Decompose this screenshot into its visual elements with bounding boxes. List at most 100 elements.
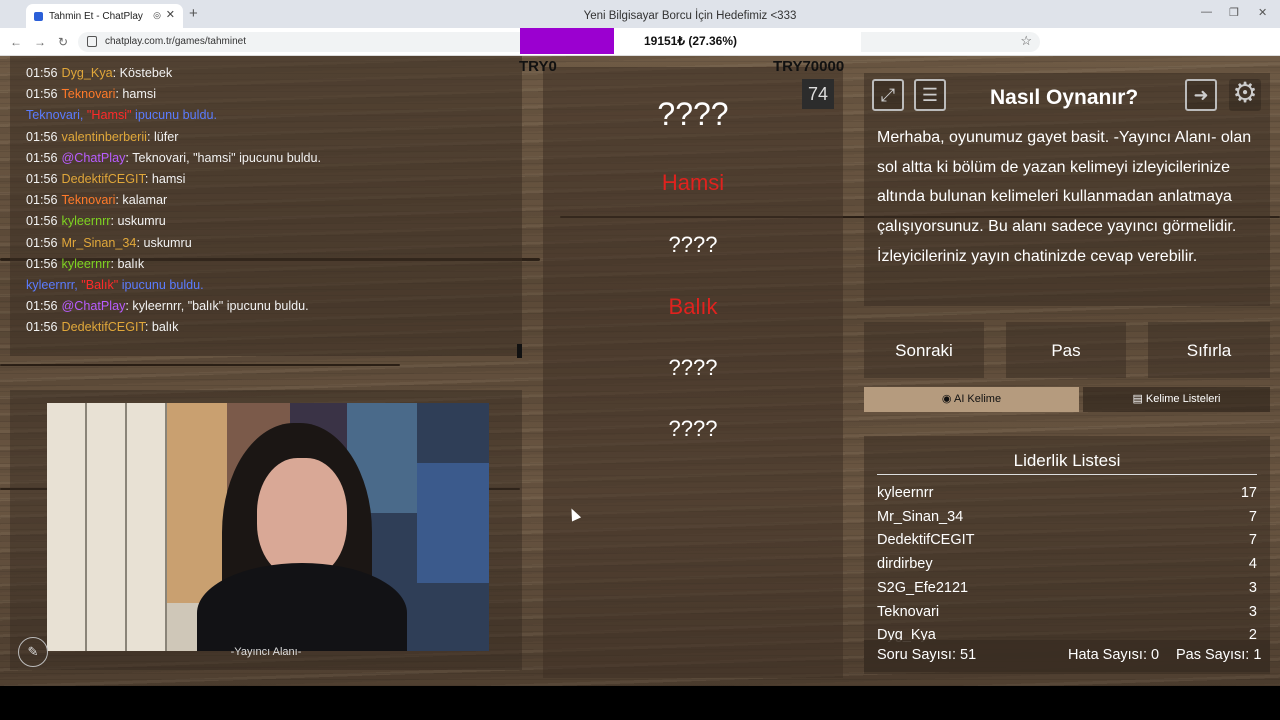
chat-message: 01:56 kyleernrr: balık <box>26 257 144 271</box>
leaderboard-row: dirdirbey 4 <box>877 556 1257 572</box>
url-text[interactable]: chatplay.com.tr/games/tahminet <box>105 36 246 47</box>
chat-message: 01:56 Dyg_Kya: Köstebek <box>26 66 172 80</box>
chat-message: kyleernrr, "Balık" ipucunu buldu. <box>26 278 204 292</box>
chat-username[interactable]: kyleernrr <box>62 214 111 228</box>
chat-time: 01:56 <box>26 193 58 208</box>
chat-time: 01:56 <box>26 256 58 271</box>
chat-message: 01:56 DedektifCEGIT: balık <box>26 320 178 334</box>
leaderboard-score: 4 <box>1248 556 1257 573</box>
donation-progress-bar: 19151₺ (27.36%) <box>520 28 861 54</box>
streamer-face <box>257 458 347 578</box>
leaderboard-row: DedektifCEGIT 7 <box>877 532 1257 548</box>
chat-time: 01:56 <box>26 172 58 186</box>
chat-separator: : <box>144 172 152 186</box>
hidden-word: ???? <box>668 355 718 380</box>
bottom-black-bar <box>0 686 1280 720</box>
chat-username[interactable]: kyleernrr, <box>26 278 81 292</box>
chat-separator: : <box>110 256 118 271</box>
close-window-icon[interactable]: ✕ <box>1258 6 1267 19</box>
chat-username[interactable]: Teknovari <box>62 193 116 207</box>
chat-text: uskumru <box>117 214 166 229</box>
question-count: Soru Sayısı: 51 <box>877 647 977 663</box>
chat-message: Teknovari, "Hamsi" ipucunu buldu. <box>26 108 217 122</box>
chat-message: 01:56 @ChatPlay: Teknovari, "hamsi" ipucu… <box>26 151 321 165</box>
hidden-word: ???? <box>657 96 729 132</box>
chat-time: 01:56 <box>26 150 58 165</box>
chat-text: ipucunu buldu. <box>131 108 217 123</box>
chat-panel[interactable]: 01:56 Dyg_Kya: Köstebek 01:56 Teknovari: ha… <box>10 56 522 356</box>
chat-text: balık <box>117 256 145 271</box>
next-button[interactable]: Sonraki <box>864 322 984 378</box>
chat-time: 01:56 <box>26 214 58 229</box>
try-min-label: TRY0 <box>519 58 557 75</box>
ai-word-button[interactable]: ◉ AI Kelime <box>864 387 1079 412</box>
leaderboard-score: 3 <box>1248 603 1257 620</box>
list-icon: ▤ <box>1132 393 1146 405</box>
error-count: Hata Sayısı: 0 <box>1068 647 1160 663</box>
chat-time: 01:56 <box>26 66 58 80</box>
how-to-play-text: Merhaba, oyunumuz gayet basit. -Yayıncı … <box>877 129 1252 265</box>
streamer-shirt <box>197 563 407 651</box>
chat-username[interactable]: valentinberberii <box>62 130 147 144</box>
stats-bar: Soru Sayısı: 51 Hata Sayısı: 0 Pas Sayıs… <box>864 640 1270 672</box>
bookmark-star-icon[interactable]: ☆ <box>1020 33 1032 49</box>
hidden-word: ???? <box>668 416 718 441</box>
chat-time: 01:56 <box>26 87 58 102</box>
chat-message: 01:56 Teknovari: kalamar <box>26 193 167 207</box>
chat-text: balık <box>151 320 179 335</box>
wood-crack <box>0 364 400 366</box>
back-icon[interactable]: ← <box>10 35 22 49</box>
fullscreen-icon[interactable]: ⤢ <box>872 79 904 111</box>
chat-message: 01:56 @ChatPlay: kyleernrr, "balık" ipucu… <box>26 299 309 313</box>
document-icon[interactable]: ☰ <box>914 79 946 111</box>
chat-text: kyleernrr, "balık" ipucunu buldu. <box>132 299 309 314</box>
site-info-icon[interactable] <box>87 36 97 47</box>
minimize-icon[interactable]: — <box>1201 6 1212 18</box>
chat-text: hamsi <box>151 172 186 186</box>
leaderboard-panel: Liderlik Listesi kyleernrr 17 Mr_Sinan_34 7… <box>864 436 1270 674</box>
chat-username[interactable]: DedektifCEGIT <box>62 320 145 334</box>
chat-username[interactable]: Teknovari <box>62 87 116 101</box>
reload-icon[interactable]: ↻ <box>58 35 68 49</box>
chat-separator: : <box>110 214 118 229</box>
chat-username[interactable]: Dyg_Kya <box>62 66 113 80</box>
pass-button[interactable]: Pas <box>1006 322 1126 378</box>
chat-username[interactable]: @ChatPlay <box>62 299 126 313</box>
word-lists-label: Kelime Listeleri <box>1145 393 1221 405</box>
magic-wand-icon[interactable]: ✎ <box>18 637 48 667</box>
chat-message: 01:56 Teknovari: hamsi <box>26 87 156 101</box>
window-title: Yeni Bilgisayar Borcu İçin Hedefimiz <33… <box>583 10 797 22</box>
chat-username[interactable]: Teknovari, <box>26 108 87 122</box>
chat-time: 01:56 <box>26 320 58 335</box>
pass-count: Pas Sayısı: 1 <box>1176 647 1262 663</box>
wall-poster <box>167 403 227 603</box>
chat-separator: : <box>112 66 120 80</box>
maximize-icon[interactable]: ❐ <box>1229 6 1239 19</box>
wall-poster <box>417 463 489 583</box>
word-lists-button[interactable]: ▤ Kelime Listeleri <box>1083 387 1270 412</box>
gear-icon[interactable]: ⚙ <box>1229 79 1261 111</box>
found-word: Hamsi <box>661 170 725 195</box>
chat-separator: "Hamsi" <box>86 108 132 123</box>
donation-progress-text: 19151₺ (27.36%) <box>643 34 738 48</box>
leaderboard-row: Mr_Sinan_34 7 <box>877 509 1257 525</box>
leaderboard-name: Teknovari <box>877 603 940 620</box>
chat-time: 01:56 <box>26 235 58 250</box>
chat-text: kalamar <box>122 193 168 208</box>
forward-icon[interactable]: → <box>34 35 46 49</box>
reset-button[interactable]: Sıfırla <box>1148 322 1270 378</box>
chat-username[interactable]: @ChatPlay <box>62 151 126 165</box>
leaderboard-name: Mr_Sinan_34 <box>877 508 964 525</box>
chat-text: lüfer <box>153 129 179 144</box>
streamer-area-label: -Yayıncı Alanı- <box>230 646 302 658</box>
browser-tab-strip: Tahmin Et - ChatPlay ◎ ✕ + Yeni Bilgisay… <box>0 0 1280 28</box>
chat-message: 01:56 Mr_Sinan_34: uskumru <box>26 236 192 250</box>
chat-scrollbar[interactable] <box>517 344 522 358</box>
chat-username[interactable]: DedektifCEGIT <box>62 172 145 186</box>
found-word: Balık <box>668 294 718 319</box>
exit-icon[interactable]: ➜ <box>1185 79 1217 111</box>
chat-username[interactable]: Mr_Sinan_34 <box>62 236 137 250</box>
leaderboard-name: DedektifCEGIT <box>877 532 975 549</box>
chat-username[interactable]: kyleernrr <box>62 257 111 271</box>
how-to-play-title: Nasıl Oynanır? <box>990 86 1139 109</box>
